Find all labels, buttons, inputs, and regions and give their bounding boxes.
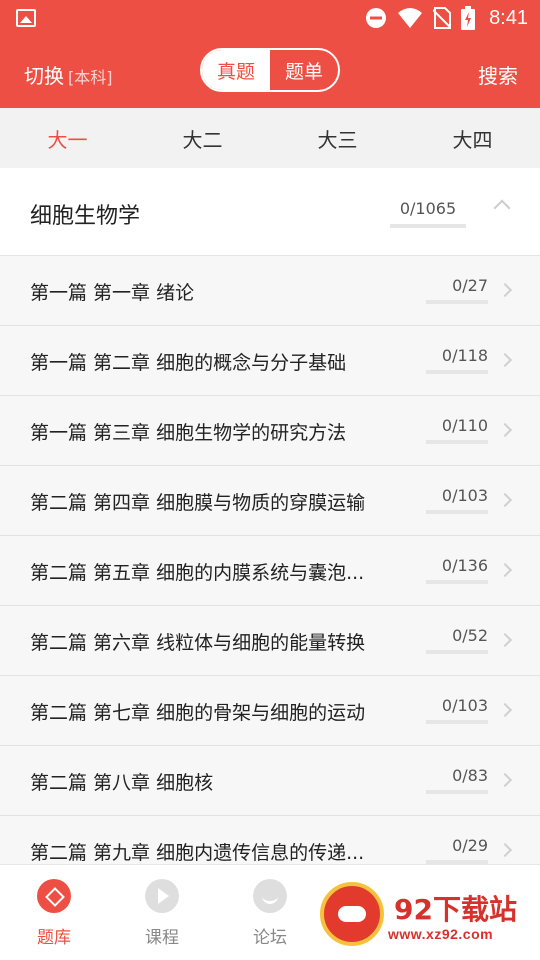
- chapter-progress-bar: [426, 650, 488, 654]
- wifi-icon: [398, 8, 423, 28]
- chapter-row[interactable]: 第二篇 第七章 细胞的骨架与细胞的运动 0/103: [0, 676, 540, 746]
- chapter-progress-bar: [426, 580, 488, 584]
- gallery-icon: [16, 9, 36, 27]
- switch-label: 切换: [24, 64, 64, 88]
- question-bank-icon: [37, 879, 71, 913]
- chapter-progress: 0/136: [441, 556, 488, 575]
- watermark: 92下载站 www.xz92.com: [318, 880, 528, 950]
- watermark-url: www.xz92.com: [388, 926, 494, 942]
- nav-forum[interactable]: 论坛: [230, 879, 310, 948]
- chapter-progress: 0/103: [441, 696, 488, 715]
- search-button[interactable]: 搜索: [478, 60, 518, 89]
- chapter-progress: 0/52: [452, 626, 488, 645]
- tab-year-2[interactable]: 大二: [135, 108, 270, 168]
- chapter-row[interactable]: 第二篇 第四章 细胞膜与物质的穿膜运输 0/103: [0, 466, 540, 536]
- chapter-list: 第一篇 第一章 绪论 0/27 第一篇 第二章 细胞的概念与分子基础 0/118…: [0, 256, 540, 864]
- nav-question-bank[interactable]: 题库: [14, 879, 94, 948]
- chevron-right-icon: [497, 422, 513, 438]
- chapter-row[interactable]: 第二篇 第八章 细胞核 0/83: [0, 746, 540, 816]
- chevron-right-icon: [497, 282, 513, 298]
- subject-title: 细胞生物学: [30, 204, 141, 229]
- nav-courses[interactable]: 课程: [122, 879, 202, 948]
- chapter-progress-bar: [426, 720, 488, 724]
- chapter-progress: 0/118: [441, 346, 488, 365]
- segment-real-exams[interactable]: 真题: [202, 50, 270, 90]
- chapter-title: 第一篇 第一章 绪论: [30, 282, 195, 304]
- chapter-row[interactable]: 第一篇 第二章 细胞的概念与分子基础 0/118: [0, 326, 540, 396]
- subject-progress-bar: [390, 224, 466, 228]
- nav-label: 论坛: [253, 928, 287, 948]
- tab-year-3[interactable]: 大三: [270, 108, 405, 168]
- chapter-progress-bar: [426, 440, 488, 444]
- chapter-row[interactable]: 第二篇 第九章 细胞内遗传信息的传递... 0/29: [0, 816, 540, 864]
- chevron-right-icon: [497, 492, 513, 508]
- chapter-row[interactable]: 第二篇 第五章 细胞的内膜系统与囊泡... 0/136: [0, 536, 540, 606]
- tab-year-4[interactable]: 大四: [405, 108, 540, 168]
- chapter-row[interactable]: 第一篇 第一章 绪论 0/27: [0, 256, 540, 326]
- chapter-progress-bar: [426, 370, 488, 374]
- subject-header[interactable]: 细胞生物学 0/1065: [0, 168, 540, 256]
- year-tabs: 大一 大二 大三 大四: [0, 108, 540, 168]
- chapter-progress-bar: [426, 510, 488, 514]
- chevron-right-icon: [497, 352, 513, 368]
- chapter-progress: 0/27: [452, 276, 488, 295]
- watermark-title: 92下载站: [394, 893, 517, 926]
- chevron-right-icon: [497, 772, 513, 788]
- forum-icon: [253, 879, 287, 913]
- mode-segmented-control: 真题 题单: [200, 48, 340, 92]
- chevron-right-icon: [497, 562, 513, 578]
- clock: 8:41: [489, 6, 528, 29]
- chapter-title: 第二篇 第七章 细胞的骨架与细胞的运动: [30, 702, 366, 724]
- watermark-logo-icon: [320, 882, 384, 946]
- chapter-title: 第一篇 第二章 细胞的概念与分子基础: [30, 352, 347, 374]
- no-sim-icon: [433, 7, 452, 29]
- chapter-progress: 0/83: [452, 766, 488, 785]
- chapter-progress: 0/110: [441, 416, 488, 435]
- chapter-progress-bar: [426, 790, 488, 794]
- chevron-right-icon: [497, 842, 513, 858]
- battery-charging-icon: [461, 6, 476, 30]
- chapter-progress: 0/103: [441, 486, 488, 505]
- nav-label: 题库: [37, 928, 71, 948]
- status-bar: 8:41: [0, 0, 540, 36]
- subject-progress: 0/1065: [399, 199, 457, 218]
- switch-level-button[interactable]: 切换 [本科]: [24, 60, 113, 89]
- nav-label: 课程: [145, 928, 179, 948]
- chapter-title: 第二篇 第五章 细胞的内膜系统与囊泡...: [30, 562, 365, 584]
- chapter-row[interactable]: 第二篇 第六章 线粒体与细胞的能量转换 0/52: [0, 606, 540, 676]
- chapter-title: 第二篇 第六章 线粒体与细胞的能量转换: [30, 632, 366, 654]
- app-header: 切换 [本科] 真题 题单 搜索: [0, 36, 540, 108]
- level-label: [本科]: [68, 68, 113, 87]
- chapter-title: 第二篇 第八章 细胞核: [30, 772, 214, 794]
- do-not-disturb-icon: [366, 8, 387, 28]
- chapter-row[interactable]: 第一篇 第三章 细胞生物学的研究方法 0/110: [0, 396, 540, 466]
- chevron-right-icon: [497, 702, 513, 718]
- chevron-up-icon[interactable]: [493, 199, 511, 217]
- chapter-progress: 0/29: [452, 836, 488, 855]
- tab-year-1[interactable]: 大一: [0, 108, 135, 168]
- chapter-progress-bar: [426, 300, 488, 304]
- chapter-title: 第一篇 第三章 细胞生物学的研究方法: [30, 422, 347, 444]
- segment-question-lists[interactable]: 题单: [270, 50, 338, 90]
- play-icon: [145, 879, 179, 913]
- status-icons: 8:41: [365, 6, 528, 30]
- chevron-right-icon: [497, 632, 513, 648]
- chapter-title: 第二篇 第九章 细胞内遗传信息的传递...: [30, 842, 365, 864]
- chapter-title: 第二篇 第四章 细胞膜与物质的穿膜运输: [30, 492, 366, 514]
